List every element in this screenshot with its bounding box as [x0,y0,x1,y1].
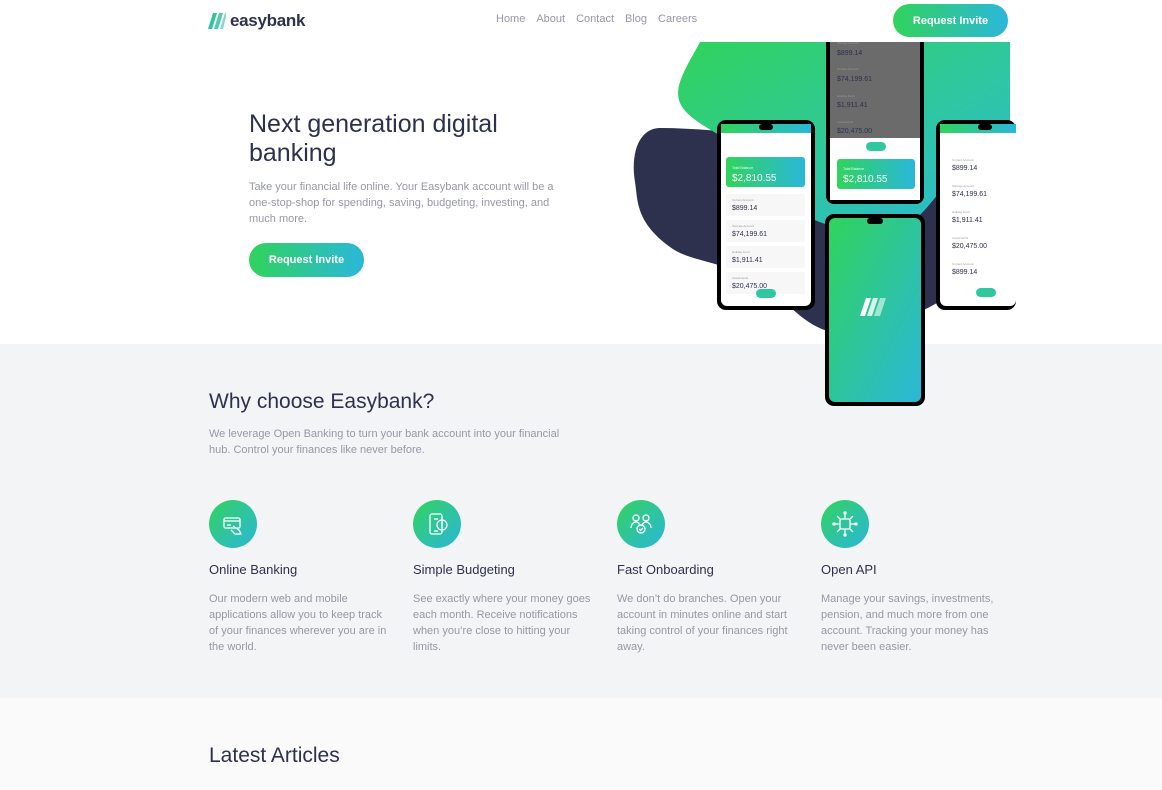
svg-text:Investments: Investments [732,276,749,280]
api-icon [821,500,869,548]
nav-contact[interactable]: Contact [576,13,614,25]
svg-text:Current Account: Current Account [952,158,974,162]
hero-description: Take your financial life online. Your Ea… [249,181,554,225]
online-banking-icon [209,500,257,548]
svg-text:$20,475.00: $20,475.00 [952,243,987,250]
svg-text:Current Account: Current Account [952,262,974,266]
svg-text:$20,475.00: $20,475.00 [837,128,872,135]
feature-description: We don’t do branches. Open your account … [617,593,788,653]
svg-text:$74,199.61: $74,199.61 [952,191,987,198]
svg-text:Holiday Fund: Holiday Fund [837,94,855,98]
svg-text:$2,810.55: $2,810.55 [843,174,888,185]
feature-description: Manage your savings, investments, pensio… [821,593,994,653]
nav-blog[interactable]: Blog [625,13,647,25]
svg-text:$899.14: $899.14 [952,165,977,172]
phone-left: Total Balance $2,810.55 Current Account … [717,120,815,310]
articles-section: Latest Articles [0,698,1162,790]
hero-title: Next generation digital banking [249,110,498,167]
feature-title: Fast Onboarding [617,562,714,577]
svg-text:$899.14: $899.14 [732,205,757,212]
nav-home[interactable]: Home [496,13,525,25]
svg-text:$899.14: $899.14 [952,269,977,276]
hero-request-invite-button[interactable]: Request Invite [249,243,364,277]
site-header: easybank Home About Contact Blog Careers… [0,0,1162,42]
svg-text:Savings Account: Savings Account [732,224,754,228]
logo-text: easybank [230,11,306,30]
main-nav: Home About Contact Blog Careers [496,13,697,25]
svg-text:Holiday Fund: Holiday Fund [732,250,750,254]
svg-text:Investments: Investments [837,120,854,124]
svg-text:$899.14: $899.14 [837,50,862,57]
feature-online-banking: Online Banking Our modern web and mobile… [209,500,394,655]
nav-careers[interactable]: Careers [658,13,697,25]
articles-title: Latest Articles [209,744,340,767]
hero-mockups-illustration: Savings Account $899.14 Current Account … [633,32,1016,406]
logo[interactable]: easybank [208,11,305,31]
svg-text:$20,475.00: $20,475.00 [732,283,767,290]
phone-right: Current Account $899.14 Savings Account … [936,120,1016,310]
budgeting-icon [413,500,461,548]
feature-title: Online Banking [209,562,298,577]
phone-bottom-center [825,214,925,406]
svg-text:Total Balance: Total Balance [843,167,864,171]
svg-text:Investments: Investments [952,236,969,240]
svg-text:$74,199.61: $74,199.61 [837,76,872,83]
svg-text:Holiday Fund: Holiday Fund [952,210,970,214]
feature-fast-onboarding: Fast Onboarding We don’t do branches. Op… [617,500,802,655]
svg-text:Savings Account: Savings Account [952,184,974,188]
svg-text:Current Account: Current Account [732,198,754,202]
phone-top-center: Savings Account $899.14 Current Account … [826,32,924,204]
feature-open-api: Open API Manage your savings, investment… [821,500,1006,655]
nav-about[interactable]: About [536,13,565,25]
onboarding-icon [617,500,665,548]
svg-text:$1,911.41: $1,911.41 [732,257,763,264]
svg-text:$1,911.41: $1,911.41 [952,217,983,224]
logo-mark-icon [208,13,226,29]
header-request-invite-button[interactable]: Request Invite [893,4,1008,37]
svg-text:$2,810.55: $2,810.55 [732,173,777,184]
feature-description: Our modern web and mobile applications a… [209,593,387,653]
feature-title: Open API [821,562,877,577]
svg-text:Total Balance: Total Balance [732,166,753,170]
feature-simple-budgeting: Simple Budgeting See exactly where your … [413,500,598,655]
why-description: We leverage Open Banking to turn your ba… [209,428,560,456]
feature-description: See exactly where your money goes each m… [413,593,591,653]
feature-title: Simple Budgeting [413,562,515,577]
svg-text:Current Account: Current Account [837,67,859,71]
svg-text:$74,199.61: $74,199.61 [732,231,767,238]
why-title: Why choose Easybank? [209,390,435,413]
svg-text:$1,911.41: $1,911.41 [837,102,868,109]
